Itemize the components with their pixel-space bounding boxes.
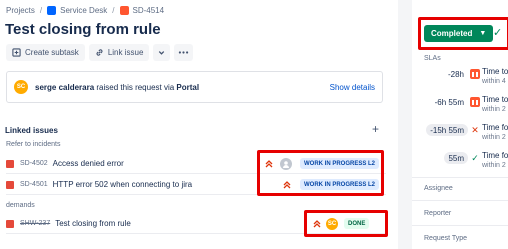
more-link-options-button[interactable] [153,44,171,61]
subtask-icon [12,48,21,57]
linked-issue-key[interactable]: SHW-237 [20,220,50,227]
issue-toolbar: Create subtask Link issue [6,44,197,61]
sla-name: Time for [482,123,508,132]
breadcrumb-projects[interactable]: Projects [6,6,35,15]
breached-icon: ✕ [471,124,479,135]
sla-time: -15h 55m [426,124,468,136]
create-subtask-label: Create subtask [25,48,79,57]
status-label: Completed [431,29,473,38]
met-icon: ✓ [471,152,479,163]
pause-icon [470,97,480,107]
breadcrumb-service-desk[interactable]: Service Desk [60,6,107,15]
panel-divider [398,0,412,249]
service-desk-icon [47,6,57,15]
divider [412,225,508,226]
add-linked-issue-button[interactable]: + [372,122,379,136]
highest-priority-icon [264,159,274,169]
linked-issue-key[interactable]: SD-4501 [20,181,48,188]
issue-type-icon [6,219,14,228]
linked-issue-key[interactable]: SD-4502 [20,160,48,167]
slas-heading: SLAs [424,55,441,62]
sla-time: 55m [444,152,468,164]
incident-type-icon [6,180,14,189]
issue-main-panel: Projects / Service Desk / SD-4514 Test c… [0,0,398,249]
show-details-link[interactable]: Show details [330,83,375,92]
sla-item: 55m ✓ Time fo within 2 [412,151,508,175]
sla-goal: within 2 [482,106,506,113]
highest-priority-icon [282,180,292,190]
sla-item: -15h 55m ✕ Time for within 2 [412,123,508,147]
chevron-down-icon: ▼ [479,30,487,37]
create-subtask-button[interactable]: Create subtask [6,44,85,61]
assignee-field-label: Assignee [424,185,453,192]
request-reporter-panel: SC serge calderara raised this request v… [6,71,383,103]
status-transition-button[interactable]: Completed ▼ [424,25,494,42]
request-type-field-label: Request Type [424,235,468,242]
issue-title[interactable]: Test closing from rule [5,21,161,38]
breadcrumb-issue-key[interactable]: SD-4514 [133,6,165,15]
avatar: SC [14,80,28,94]
link-issue-button[interactable]: Link issue [88,44,150,61]
link-issue-label: Link issue [107,48,144,57]
linked-issue-summary[interactable]: Access denied error [53,159,124,168]
highest-priority-icon [312,219,322,229]
checkmark-icon: ✓ [493,27,503,39]
breadcrumb-separator: / [112,6,115,15]
reporter-name[interactable]: serge calderara [35,83,94,92]
sla-goal: within 2 [482,162,506,169]
linked-issue-summary[interactable]: HTTP error 502 when connecting to jira [53,180,192,189]
sla-time: -28h [447,69,464,79]
reporter-channel: Portal [176,82,200,92]
sla-item: -28h Time to within 4 [412,67,508,91]
unassigned-avatar [280,157,292,170]
sla-name: Time to [482,95,508,104]
divider [412,177,508,178]
reporter-action-text: raised this request via [94,82,177,92]
breadcrumb-separator: / [39,6,43,15]
linked-issue-summary[interactable]: Test closing from rule [55,219,131,228]
reporter-field-label: Reporter [424,210,452,217]
reporter-description: serge calderara raised this request via … [35,83,199,92]
issue-type-icon [119,6,129,15]
sla-goal: within 2 [482,134,506,141]
assignee-avatar: SC [326,217,338,230]
ellipsis-icon [179,51,189,54]
incident-type-icon [6,159,14,168]
linked-issue-row[interactable]: SD-4501 HTTP error 502 when connecting t… [6,175,386,195]
breadcrumb: Projects / Service Desk / SD-4514 [6,6,164,15]
sla-time: -6h 55m [434,97,464,107]
chevron-down-icon [159,51,165,55]
sla-name: Time to [482,67,508,76]
status-badge[interactable]: WORK IN PROGRESS L2 [300,158,380,169]
link-group-label: Refer to incidents [6,141,61,148]
pause-icon [470,69,480,79]
status-badge[interactable]: DONE [344,218,370,229]
linked-issue-row[interactable]: SHW-237 Test closing from rule SC DONE [6,214,386,234]
linked-issue-row[interactable]: SD-4502 Access denied error WORK IN PROG… [6,154,386,174]
linked-issues-heading: Linked issues [5,126,58,135]
sla-name: Time fo [482,151,508,160]
sla-goal: within 4 [482,78,506,85]
more-actions-button[interactable] [174,44,194,61]
status-badge[interactable]: WORK IN PROGRESS L2 [300,179,380,190]
link-icon [96,49,103,56]
link-group-label: demands [6,202,35,209]
issue-side-panel: Completed ▼ ✓ SLAs -28h Time to within 4… [412,0,508,249]
divider [412,200,508,201]
sla-item: -6h 55m Time to within 2 [412,95,508,119]
